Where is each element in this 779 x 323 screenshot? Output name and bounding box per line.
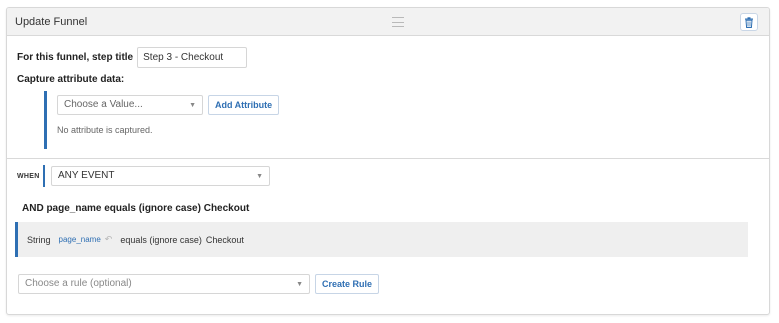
capture-attribute-label: Capture attribute data: <box>17 74 125 85</box>
condition-box[interactable]: String page_name ↶ equals (ignore case) … <box>15 222 748 257</box>
condition-operator: equals (ignore case) <box>120 234 202 245</box>
undo-icon[interactable]: ↶ <box>105 234 113 245</box>
chevron-down-icon: ▼ <box>296 281 303 288</box>
chevron-down-icon: ▼ <box>189 102 196 109</box>
when-label: WHEN <box>17 172 40 180</box>
event-select-value: ANY EVENT <box>58 170 115 181</box>
attribute-value-placeholder: Choose a Value... <box>64 99 143 110</box>
empty-attribute-text: No attribute is captured. <box>57 125 153 135</box>
when-row: WHEN ANY EVENT ▼ <box>17 165 270 187</box>
create-rule-button[interactable]: Create Rule <box>315 274 380 294</box>
drag-handle-icon[interactable] <box>392 17 404 27</box>
condition-field-link[interactable]: page_name <box>59 235 101 244</box>
capture-attribute-block: Choose a Value... ▼ Add Attribute No att… <box>44 91 344 149</box>
step-title-input[interactable] <box>137 47 248 68</box>
attribute-value-select[interactable]: Choose a Value... ▼ <box>57 95 203 115</box>
chevron-down-icon: ▼ <box>256 173 263 180</box>
condition-type: String <box>27 234 51 245</box>
step-title-row: For this funnel, step title <box>17 47 248 68</box>
panel-title: Update Funnel <box>15 15 88 28</box>
condition-summary: AND page_name equals (ignore case) Check… <box>22 203 250 214</box>
trash-icon <box>745 16 753 28</box>
update-funnel-panel: Update Funnel For this funnel, step titl… <box>6 7 770 315</box>
event-select[interactable]: ANY EVENT ▼ <box>51 166 270 186</box>
step-settings-section: For this funnel, step title Capture attr… <box>7 36 769 159</box>
rule-row: Choose a rule (optional) ▼ Create Rule <box>18 274 380 294</box>
rule-select[interactable]: Choose a rule (optional) ▼ <box>18 274 310 294</box>
condition-value: Checkout <box>205 234 244 245</box>
step-title-label: For this funnel, step title <box>17 52 134 63</box>
delete-button[interactable] <box>740 13 758 31</box>
add-attribute-button[interactable]: Add Attribute <box>208 95 280 115</box>
panel-header: Update Funnel <box>7 8 769 36</box>
when-accent-bar <box>43 165 45 187</box>
rule-select-placeholder: Choose a rule (optional) <box>25 278 132 289</box>
